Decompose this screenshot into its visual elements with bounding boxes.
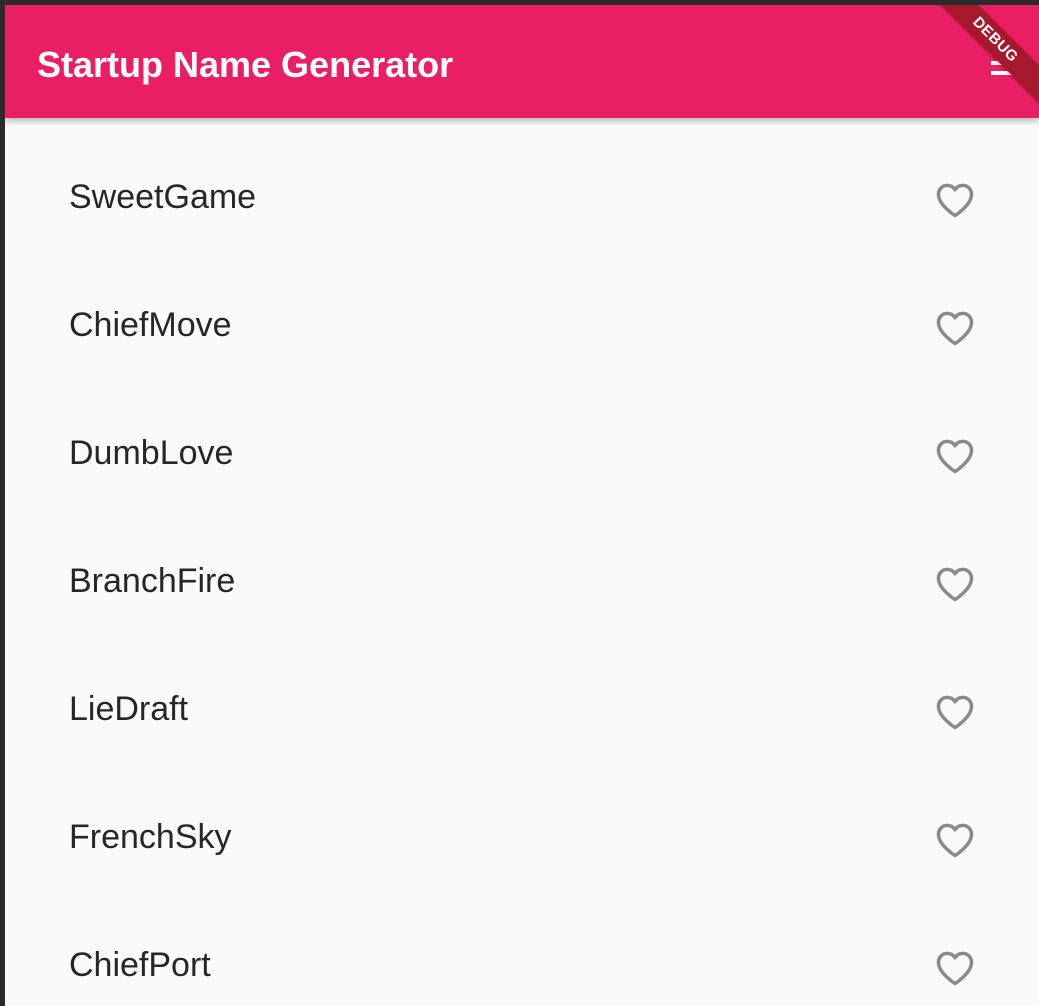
heart-outline-icon[interactable] <box>933 818 977 862</box>
list-item-label: FrenchSky <box>69 818 232 856</box>
list-item-label: DumbLove <box>69 434 234 472</box>
debug-banner: DEBUG <box>923 5 1039 112</box>
heart-outline-icon[interactable] <box>933 946 977 990</box>
app-window: Startup Name Generator DEBUG SweetGame C… <box>5 5 1039 1006</box>
list-item[interactable]: BranchFire <box>5 502 1039 630</box>
list-item-label: ChiefMove <box>69 306 232 344</box>
list-item-label: BranchFire <box>69 562 236 600</box>
list-item[interactable]: SweetGame <box>5 118 1039 246</box>
list-item[interactable]: ChiefPort <box>5 886 1039 1006</box>
app-title: Startup Name Generator <box>37 44 454 85</box>
heart-outline-icon[interactable] <box>933 690 977 734</box>
list-item-label: ChiefPort <box>69 946 211 984</box>
heart-outline-icon[interactable] <box>933 306 977 350</box>
app-bar: Startup Name Generator DEBUG <box>5 5 1039 118</box>
heart-outline-icon[interactable] <box>933 434 977 478</box>
list-item[interactable]: LieDraft <box>5 630 1039 758</box>
list-item-label: LieDraft <box>69 690 189 728</box>
heart-outline-icon[interactable] <box>933 178 977 222</box>
startup-name-list: SweetGame ChiefMove DumbLove BranchFire … <box>5 118 1039 1006</box>
list-item[interactable]: DumbLove <box>5 374 1039 502</box>
list-item[interactable]: ChiefMove <box>5 246 1039 374</box>
list-item-label: SweetGame <box>69 178 257 216</box>
heart-outline-icon[interactable] <box>933 562 977 606</box>
list-item[interactable]: FrenchSky <box>5 758 1039 886</box>
